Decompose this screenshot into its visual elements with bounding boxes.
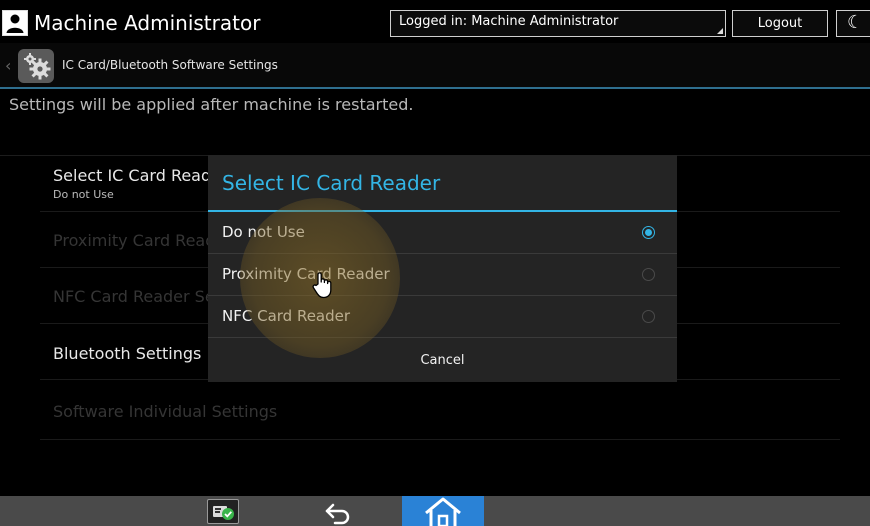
dialog-title: Select IC Card Reader xyxy=(222,171,441,195)
breadcrumb: ‹ IC Card/Bluetooth Software Settings xyxy=(0,43,870,89)
setting-label: Select IC Card Reader xyxy=(53,166,228,185)
setting-software-individual: Software Individual Settings xyxy=(40,380,840,440)
bottom-nav xyxy=(0,496,870,526)
status-check-icon[interactable] xyxy=(207,499,239,524)
option-nfc-card-reader[interactable]: NFC Card Reader xyxy=(208,296,677,338)
setting-value: Do not Use xyxy=(53,188,114,201)
option-label: NFC Card Reader xyxy=(222,307,351,325)
moon-icon: ☾ xyxy=(847,12,864,33)
setting-label: Proximity Card Reader xyxy=(53,231,232,250)
user-icon[interactable] xyxy=(2,10,28,36)
home-icon xyxy=(425,497,461,526)
cancel-button[interactable]: Cancel xyxy=(208,339,677,382)
logged-in-display[interactable]: Logged in: Machine Administrator xyxy=(390,10,726,37)
option-label: Proximity Card Reader xyxy=(222,265,390,283)
restart-notice: Settings will be applied after machine i… xyxy=(0,89,870,156)
hand-pointer-icon xyxy=(311,271,335,299)
chevron-left-icon[interactable]: ‹ xyxy=(5,56,11,75)
breadcrumb-title: IC Card/Bluetooth Software Settings xyxy=(62,58,278,72)
home-button[interactable] xyxy=(402,496,484,526)
expand-corner-icon xyxy=(717,28,723,34)
back-arrow-icon[interactable] xyxy=(322,497,356,525)
select-ic-card-reader-dialog: Select IC Card Reader Do not Use Proximi… xyxy=(208,155,677,382)
logged-in-text: Logged in: Machine Administrator xyxy=(399,14,619,29)
logout-button[interactable]: Logout xyxy=(732,10,828,37)
option-do-not-use[interactable]: Do not Use xyxy=(208,212,677,254)
setting-label: Bluetooth Settings xyxy=(53,344,202,363)
radio-selected-icon[interactable] xyxy=(642,226,655,239)
app-title: Machine Administrator xyxy=(34,11,261,35)
radio-unselected-icon[interactable] xyxy=(642,310,655,323)
option-proximity-card-reader[interactable]: Proximity Card Reader xyxy=(208,254,677,296)
option-label: Do not Use xyxy=(222,223,305,241)
setting-label: Software Individual Settings xyxy=(53,402,278,421)
notice-text: Settings will be applied after machine i… xyxy=(9,95,414,114)
gear-icon xyxy=(18,49,54,83)
sleep-button[interactable]: ☾ xyxy=(836,10,870,37)
top-header: Machine Administrator Logged in: Machine… xyxy=(0,0,870,42)
radio-unselected-icon[interactable] xyxy=(642,268,655,281)
